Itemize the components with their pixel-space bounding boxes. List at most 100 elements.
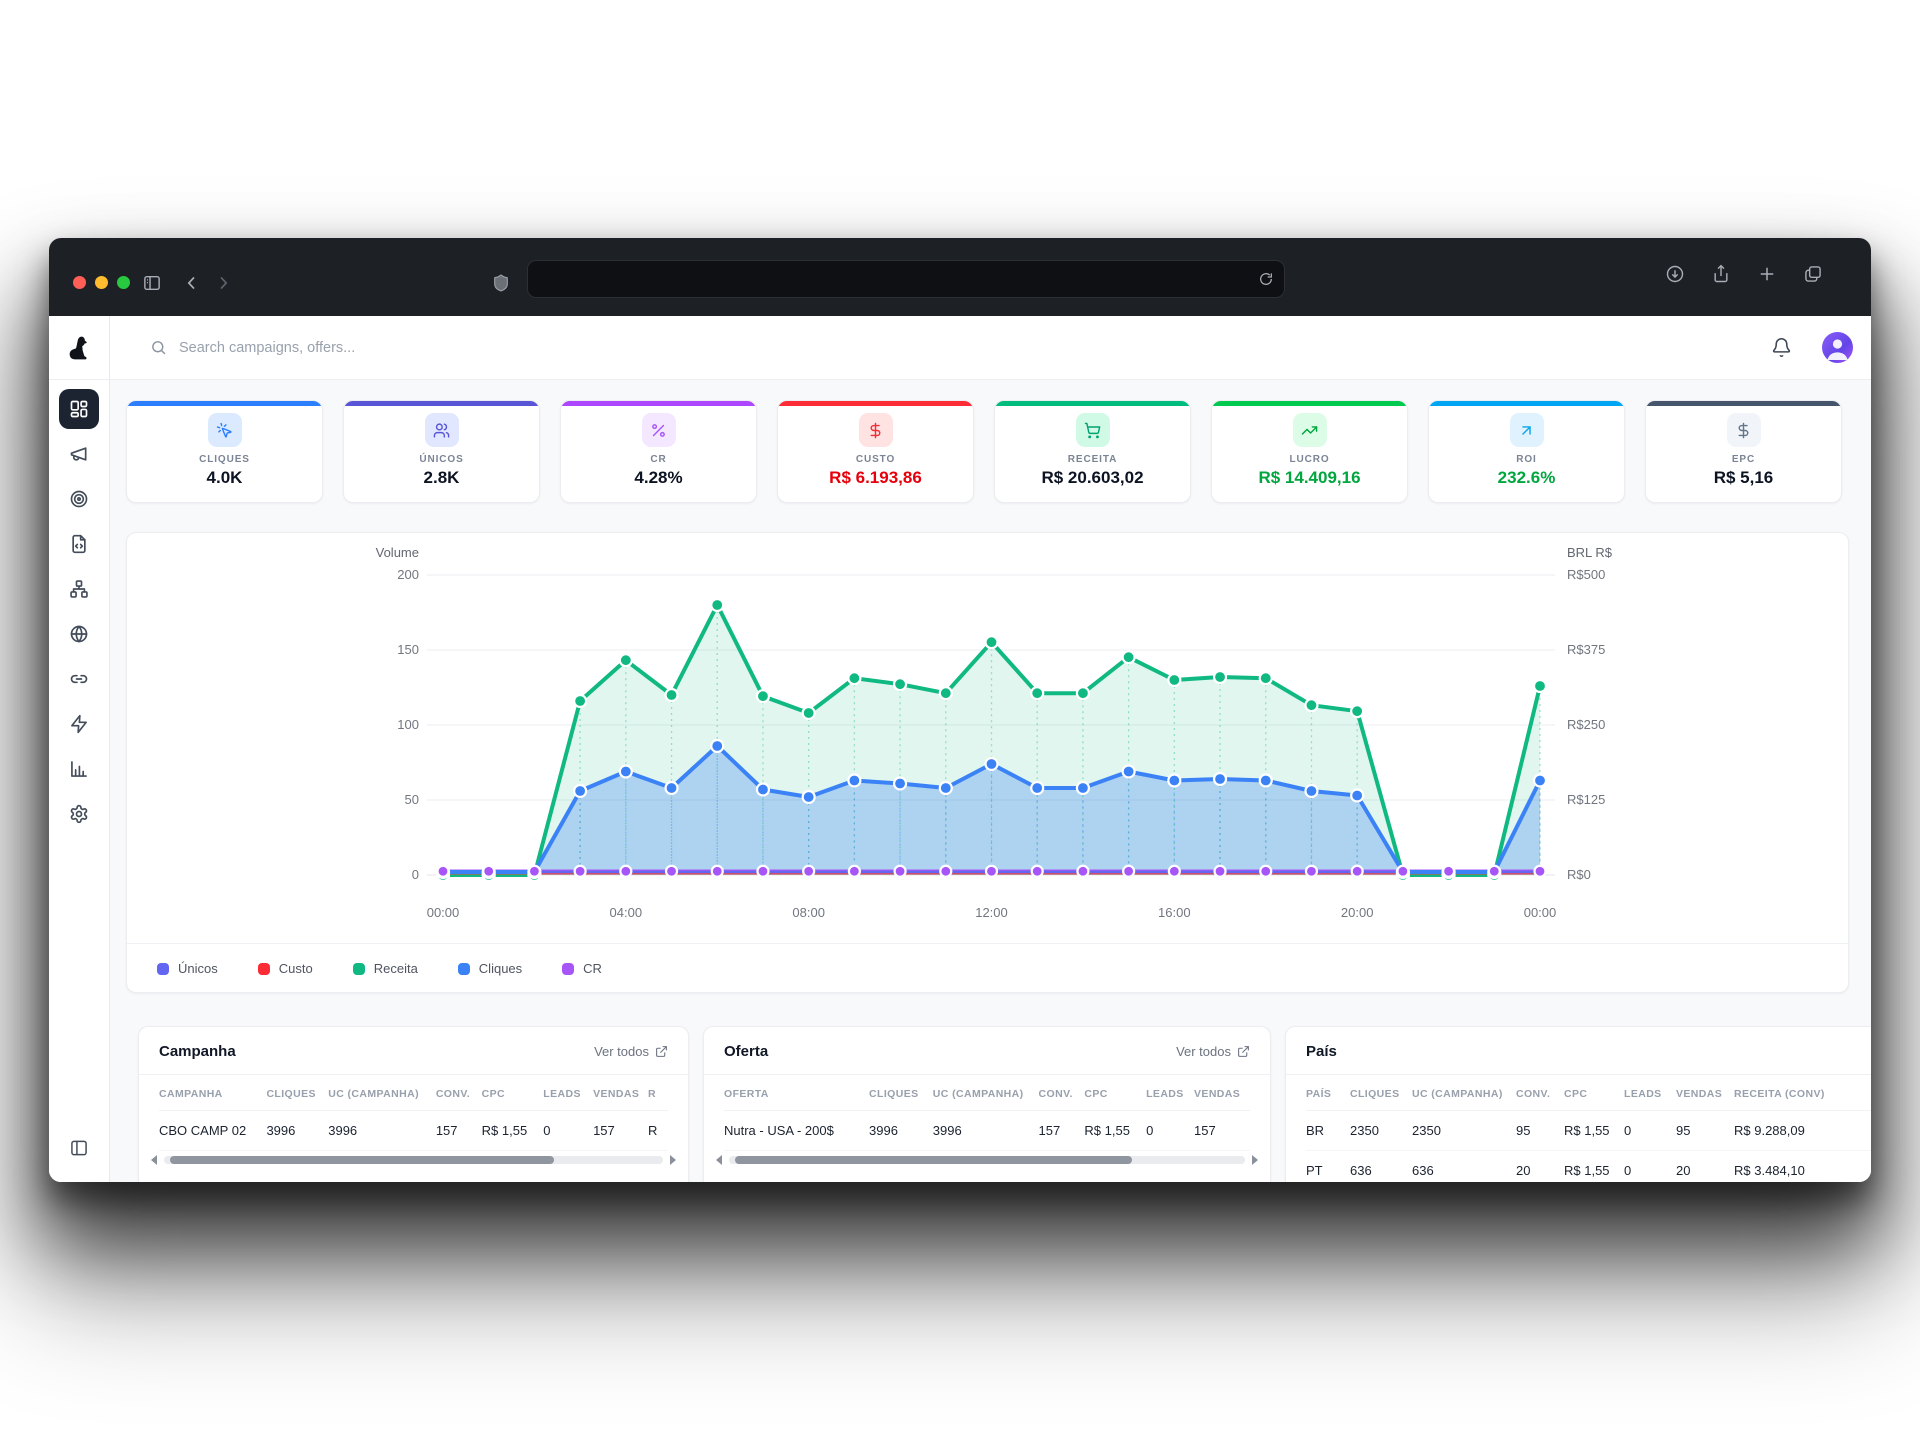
traffic-lights — [73, 276, 130, 289]
svg-text:R$125: R$125 — [1567, 792, 1605, 807]
user-avatar[interactable] — [1822, 332, 1853, 363]
legend-item-únicos[interactable]: Únicos — [157, 961, 218, 976]
volume-chart-card: 0R$050R$125100R$250150R$375200R$500Volum… — [126, 532, 1849, 993]
tab-overview-icon[interactable] — [1803, 264, 1823, 289]
table-cell: 3996 — [266, 1111, 328, 1151]
sidebar-item-funnels[interactable] — [59, 569, 99, 609]
sidebar-item-offers[interactable] — [59, 479, 99, 519]
kpi-accent-bar — [344, 401, 539, 406]
svg-text:200: 200 — [397, 567, 419, 582]
column-header: CLIQUES — [266, 1075, 328, 1111]
legend-swatch — [258, 963, 270, 975]
table-row[interactable]: Nutra - USA - 200$39963996157R$ 1,550157 — [724, 1111, 1250, 1151]
kpi-value: 232.6% — [1498, 468, 1556, 488]
percent-icon — [642, 413, 676, 447]
column-header: VENDAS — [1676, 1075, 1734, 1111]
sidebar-item-reports[interactable] — [59, 749, 99, 789]
table-cell: 2350 — [1412, 1111, 1516, 1151]
sidebar-item-domains[interactable] — [59, 614, 99, 654]
ver-todos-link[interactable]: Ver todos — [594, 1044, 668, 1059]
column-header: CPC — [482, 1075, 544, 1111]
sidebar-item-links[interactable] — [59, 659, 99, 699]
legend-swatch — [458, 963, 470, 975]
pointer-click-icon — [208, 413, 242, 447]
sidebar-item-settings[interactable] — [59, 794, 99, 834]
kpi-label: ROI — [1516, 454, 1536, 465]
sidebar-item-dashboard[interactable] — [59, 389, 99, 429]
scroll-right-arrow[interactable] — [1252, 1155, 1258, 1165]
browser-chrome — [49, 238, 1871, 316]
new-tab-icon[interactable] — [1757, 264, 1777, 289]
forward-icon[interactable] — [214, 274, 233, 293]
legend-swatch — [353, 963, 365, 975]
table-row[interactable]: CBO CAMP 0239963996157R$ 1,550157R — [159, 1111, 668, 1151]
dollar-icon — [1727, 413, 1761, 447]
kpi-card-epc: EPCR$ 5,16 — [1645, 400, 1842, 503]
shield-icon[interactable] — [492, 274, 511, 293]
table-cell: 0 — [1624, 1151, 1676, 1183]
minimize-button[interactable] — [95, 276, 108, 289]
table-cell: R$ 1,55 — [482, 1111, 544, 1151]
kpi-card-receita: RECEITAR$ 20.603,02 — [994, 400, 1191, 503]
column-header: LEADS — [1624, 1075, 1676, 1111]
column-header: UC (CAMPANHA) — [933, 1075, 1039, 1111]
cart-icon — [1076, 413, 1110, 447]
svg-text:150: 150 — [397, 642, 419, 657]
downloads-icon[interactable] — [1665, 264, 1685, 289]
table-title: País — [1306, 1043, 1337, 1060]
legend-item-custo[interactable]: Custo — [258, 961, 313, 976]
close-button[interactable] — [73, 276, 86, 289]
scrollbar-thumb[interactable] — [735, 1156, 1132, 1164]
legend-item-cr[interactable]: CR — [562, 961, 602, 976]
url-bar[interactable] — [527, 260, 1285, 298]
share-icon[interactable] — [1711, 264, 1731, 289]
scroll-right-arrow[interactable] — [670, 1155, 676, 1165]
scrollbar-thumb[interactable] — [170, 1156, 554, 1164]
legend-item-cliques[interactable]: Cliques — [458, 961, 522, 976]
table-cell: 3996 — [933, 1111, 1039, 1151]
external-link-icon — [655, 1045, 668, 1058]
notifications-bell-icon[interactable] — [1771, 337, 1792, 358]
svg-text:00:00: 00:00 — [1524, 905, 1557, 920]
scrollbar-track[interactable] — [164, 1156, 663, 1164]
sidebar-item-automations[interactable] — [59, 704, 99, 744]
scrollbar-track[interactable] — [729, 1156, 1245, 1164]
legend-swatch — [562, 963, 574, 975]
data-table: PAÍSCLIQUESUC (CAMPANHA)CONV.CPCLEADSVEN… — [1306, 1075, 1871, 1182]
svg-text:12:00: 12:00 — [975, 905, 1008, 920]
table-cell: 3996 — [869, 1111, 933, 1151]
legend-item-receita[interactable]: Receita — [353, 961, 418, 976]
app-logo[interactable] — [49, 316, 109, 380]
svg-text:00:00: 00:00 — [427, 905, 460, 920]
sidebar-item-landing-pages[interactable] — [59, 524, 99, 564]
search-input[interactable] — [179, 340, 599, 356]
svg-text:BRL R$: BRL R$ — [1567, 545, 1613, 560]
scroll-left-arrow[interactable] — [716, 1155, 722, 1165]
svg-text:Volume: Volume — [376, 545, 419, 560]
reload-icon[interactable] — [1258, 271, 1274, 287]
table-cell: 20 — [1516, 1151, 1564, 1183]
search-icon — [150, 339, 167, 356]
table-cell: 157 — [593, 1111, 648, 1151]
zoom-button[interactable] — [117, 276, 130, 289]
back-icon[interactable] — [183, 274, 202, 293]
column-header: CLIQUES — [869, 1075, 933, 1111]
kpi-accent-bar — [778, 401, 973, 406]
sidebar-toggle-icon[interactable] — [143, 274, 162, 293]
sidebar-item-campaigns[interactable] — [59, 434, 99, 474]
ver-todos-link[interactable]: Ver todos — [1176, 1044, 1250, 1059]
app-header — [110, 316, 1871, 380]
table-row[interactable]: BR2350235095R$ 1,55095R$ 9.288,09 — [1306, 1111, 1871, 1151]
legend-swatch — [157, 963, 169, 975]
kpi-label: RECEITA — [1068, 454, 1117, 465]
collapse-sidebar-icon[interactable] — [59, 1128, 99, 1168]
kpi-value: 4.28% — [634, 468, 682, 488]
kpi-accent-bar — [1429, 401, 1624, 406]
kpi-card-custo: CUSTOR$ 6.193,86 — [777, 400, 974, 503]
table-cell: 636 — [1350, 1151, 1412, 1183]
scroll-left-arrow[interactable] — [151, 1155, 157, 1165]
table-row[interactable]: PT63663620R$ 1,55020R$ 3.484,10 — [1306, 1151, 1871, 1183]
breakdown-tables-row: CampanhaVer todosCAMPANHACLIQUESUC (CAMP… — [138, 1026, 1871, 1182]
table-title: Oferta — [724, 1043, 768, 1060]
kpi-value: R$ 6.193,86 — [829, 468, 922, 488]
